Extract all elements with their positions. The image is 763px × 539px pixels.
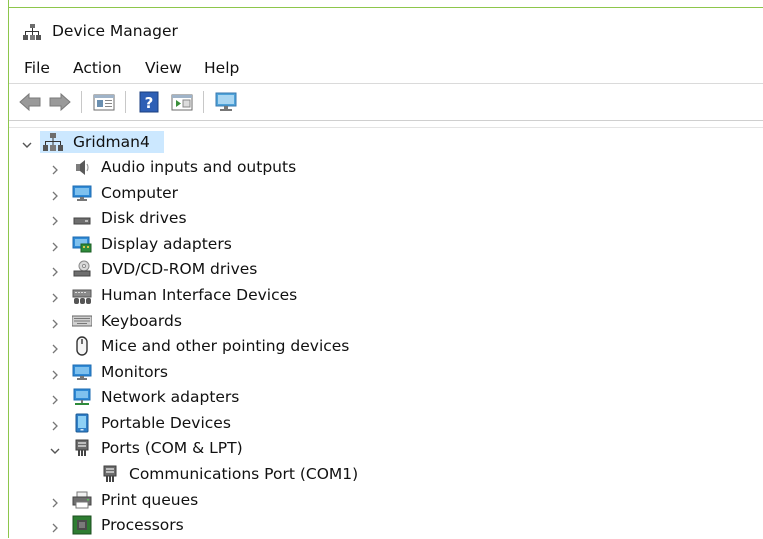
scan-hardware-monitor-icon[interactable] (213, 90, 239, 114)
tree-root-gridman4[interactable]: Gridman4 (9, 130, 763, 155)
printer-icon (72, 490, 92, 510)
monitor-icon (72, 183, 92, 203)
forward-arrow-icon[interactable] (47, 90, 73, 114)
tree-node-audio[interactable]: Audio inputs and outputs (9, 155, 763, 180)
toolbar-separator (125, 91, 126, 113)
tree-node-label: Computer (101, 184, 179, 202)
window-title: Device Manager (52, 22, 178, 40)
title-bar[interactable]: Device Manager (9, 8, 763, 52)
toolbar-separator (81, 91, 82, 113)
tree-node-ports[interactable]: Ports (COM & LPT) (9, 436, 763, 461)
chevron-right-icon[interactable] (49, 417, 61, 431)
run-pane-icon[interactable] (169, 90, 195, 114)
tree-node-network-adapters[interactable]: Network adapters (9, 385, 763, 410)
tree-node-label: Ports (COM & LPT) (101, 439, 243, 457)
tree-node-processors[interactable]: Processors (9, 513, 763, 538)
network-adapter-icon (72, 387, 92, 407)
disk-drive-icon (72, 208, 92, 228)
dvd-drive-icon (72, 259, 92, 279)
tree-node-label: DVD/CD-ROM drives (101, 260, 258, 278)
tree-node-label: Network adapters (101, 388, 240, 406)
toolbar-separator-line (9, 120, 763, 121)
tree-node-label: Audio inputs and outputs (101, 158, 297, 176)
tree-node-label: Communications Port (COM1) (129, 465, 359, 483)
chevron-down-icon[interactable] (21, 136, 33, 148)
tree-node-display-adapters[interactable]: Display adapters (9, 232, 763, 257)
chevron-right-icon[interactable] (49, 212, 61, 226)
tree-node-label: Portable Devices (101, 414, 231, 432)
menu-action[interactable]: Action (73, 59, 122, 77)
chevron-right-icon[interactable] (49, 263, 61, 277)
portable-device-icon (72, 413, 92, 433)
tree-node-label: Human Interface Devices (101, 286, 298, 304)
mouse-icon (72, 336, 92, 356)
tree-node-computer[interactable]: Computer (9, 181, 763, 206)
back-arrow-icon[interactable] (17, 90, 43, 114)
display-adapter-icon (72, 234, 92, 254)
help-icon[interactable]: ? (136, 90, 162, 114)
tree-node-label: Disk drives (101, 209, 187, 227)
chevron-down-icon[interactable] (49, 442, 61, 454)
chevron-right-icon[interactable] (49, 391, 61, 405)
tree-node-dvd-drives[interactable]: DVD/CD-ROM drives (9, 257, 763, 282)
chevron-right-icon[interactable] (49, 161, 61, 175)
speaker-icon (72, 157, 92, 177)
tree-node-label: Monitors (101, 363, 168, 381)
chevron-right-icon[interactable] (49, 238, 61, 252)
toolbar: ? (9, 84, 763, 120)
tree-node-mice[interactable]: Mice and other pointing devices (9, 334, 763, 359)
properties-pane-icon[interactable] (91, 90, 117, 114)
tree-node-com1[interactable]: Communications Port (COM1) (9, 462, 763, 487)
port-icon (100, 464, 120, 484)
menu-file[interactable]: File (24, 59, 50, 77)
menu-bar: File Action View Help (9, 52, 763, 82)
tree-node-label: Processors (101, 516, 184, 534)
chevron-right-icon[interactable] (49, 519, 61, 533)
toolbar-separator (203, 91, 204, 113)
monitor-icon (72, 362, 92, 382)
device-manager-icon (23, 23, 41, 41)
chevron-right-icon[interactable] (49, 340, 61, 354)
tree-node-label: Display adapters (101, 235, 232, 253)
chevron-right-icon[interactable] (49, 289, 61, 303)
chevron-right-icon[interactable] (49, 187, 61, 201)
tree-node-hid[interactable]: Human Interface Devices (9, 283, 763, 308)
chevron-right-icon[interactable] (49, 494, 61, 508)
computer-tower-icon (43, 132, 63, 152)
tree-node-label: Print queues (101, 491, 199, 509)
keyboard-icon (71, 311, 93, 331)
tree-node-keyboards[interactable]: Keyboards (9, 309, 763, 334)
device-tree: Gridman4 Audio inputs and outputs Comput… (9, 128, 763, 538)
chevron-right-icon[interactable] (49, 366, 61, 380)
svg-text:?: ? (145, 94, 154, 112)
hid-icon (72, 285, 92, 305)
tree-node-disk-drives[interactable]: Disk drives (9, 206, 763, 231)
tree-node-portable-devices[interactable]: Portable Devices (9, 411, 763, 436)
port-icon (72, 438, 92, 458)
processor-icon (72, 515, 92, 535)
menu-view[interactable]: View (145, 59, 182, 77)
tree-node-monitors[interactable]: Monitors (9, 360, 763, 385)
tree-root-label: Gridman4 (73, 133, 150, 151)
tree-node-label: Mice and other pointing devices (101, 337, 350, 355)
menu-help[interactable]: Help (204, 59, 239, 77)
chevron-right-icon[interactable] (49, 315, 61, 329)
tree-node-print-queues[interactable]: Print queues (9, 488, 763, 513)
tree-node-label: Keyboards (101, 312, 182, 330)
